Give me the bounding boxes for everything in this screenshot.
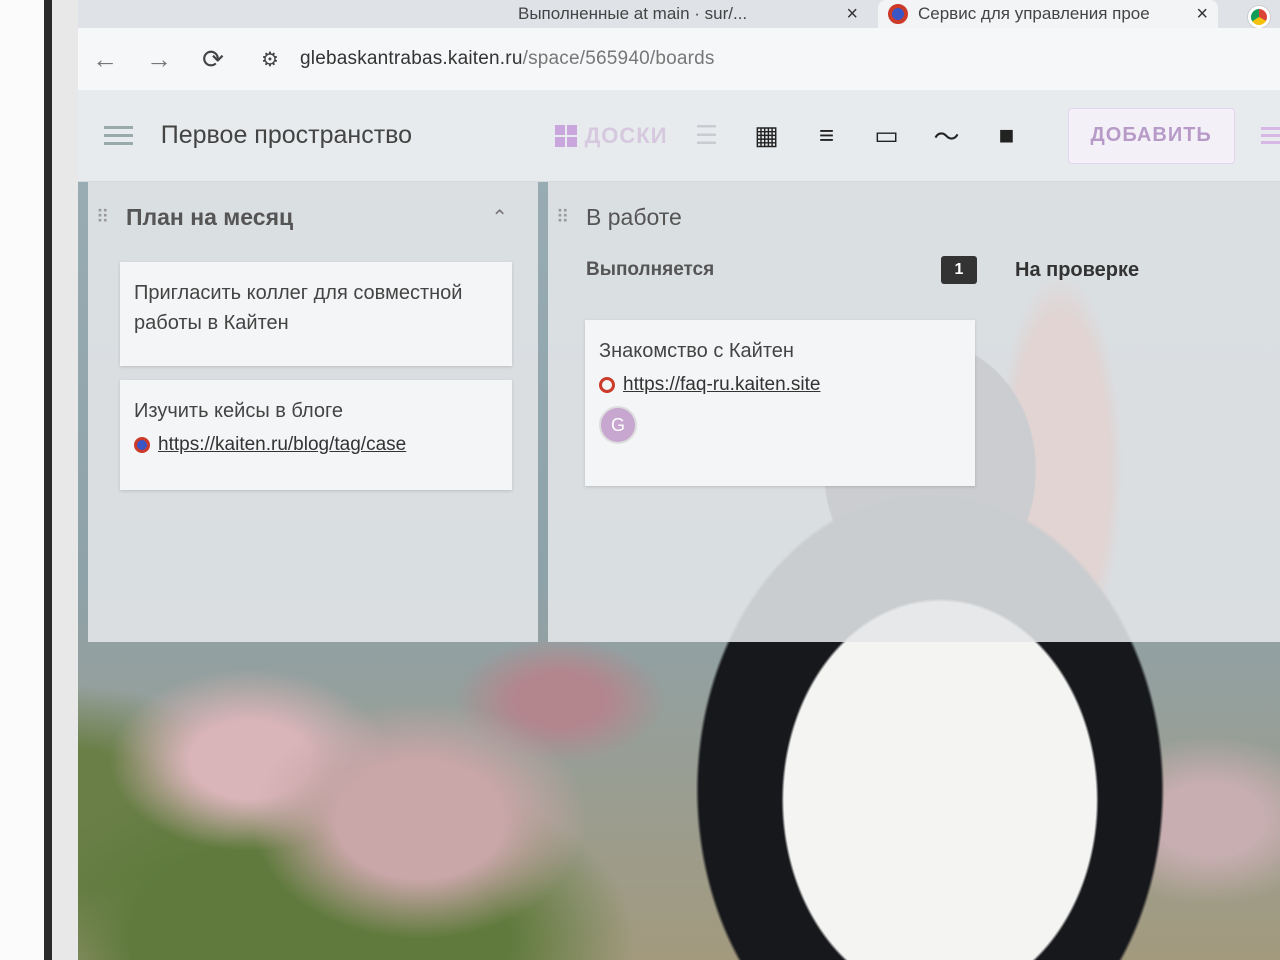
more-menu-icon[interactable] bbox=[1260, 123, 1280, 148]
chrome-profile-icon[interactable] bbox=[1248, 6, 1270, 28]
archive-icon[interactable]: ■ bbox=[986, 115, 1028, 157]
column-title[interactable]: В работе bbox=[586, 204, 1280, 231]
monitor-bezel bbox=[0, 0, 78, 960]
tab-title: Сервис для управления прое bbox=[918, 4, 1150, 23]
link-favicon-icon bbox=[599, 377, 615, 393]
page-title: Первое пространство bbox=[160, 121, 413, 149]
url-field[interactable]: glebaskantrabas.kaiten.ru/space/565940/b… bbox=[300, 48, 715, 70]
table-view-icon[interactable]: ▦ bbox=[746, 115, 788, 157]
card-title: Изучить кейсы в блоге bbox=[134, 400, 343, 422]
browser-tab[interactable]: Выполненные at main · sur/... × bbox=[518, 0, 858, 28]
drag-handle-icon[interactable]: ⠿ bbox=[96, 207, 126, 228]
boards-icon bbox=[554, 124, 577, 147]
card[interactable]: Пригласить коллег для совместной работы … bbox=[120, 262, 512, 366]
card[interactable]: Знакомство с Кайтен https://faq-ru.kaite… bbox=[585, 320, 975, 486]
card-link[interactable]: https://kaiten.ru/blog/tag/case bbox=[158, 434, 406, 456]
link-favicon-icon bbox=[134, 437, 150, 453]
site-info-icon[interactable]: ⚙ bbox=[240, 47, 300, 72]
card-link-row: https://faq-ru.kaiten.site bbox=[599, 374, 961, 396]
subcolumn-header-row: Выполняется 1 На проверке bbox=[548, 252, 1280, 288]
view-switcher: ДОСКИ ☰ ▦ ≡ ▭ 〜 ■ bbox=[554, 115, 1028, 157]
tab-title: Выполненные at main · sur/... bbox=[518, 4, 748, 23]
avatar[interactable]: G bbox=[599, 406, 637, 444]
menu-icon[interactable] bbox=[104, 121, 133, 150]
reload-icon[interactable]: ⟳ bbox=[186, 44, 240, 75]
calendar-view-icon[interactable]: ▭ bbox=[866, 115, 908, 157]
close-icon[interactable]: × bbox=[846, 3, 858, 26]
forward-arrow-icon[interactable]: → bbox=[132, 44, 186, 75]
card-title: Знакомство с Кайтен bbox=[599, 340, 794, 362]
tab-boards[interactable]: ДОСКИ bbox=[554, 122, 668, 149]
chart-view-icon[interactable]: 〜 bbox=[926, 115, 968, 157]
back-arrow-icon[interactable]: ← bbox=[78, 44, 132, 75]
card[interactable]: Изучить кейсы в блоге https://kaiten.ru/… bbox=[120, 380, 512, 490]
add-button[interactable]: ДОБАВИТЬ bbox=[1067, 107, 1235, 164]
tab-boards-label: ДОСКИ bbox=[584, 122, 668, 148]
drag-handle-icon[interactable]: ⠿ bbox=[556, 207, 586, 228]
url-host: glebaskantrabas.kaiten.ru bbox=[300, 48, 523, 69]
space-header: Первое пространство ДОСКИ ☰ ▦ ≡ ▭ 〜 ■ ДО… bbox=[78, 90, 1280, 182]
column-title[interactable]: План на месяц bbox=[126, 204, 491, 231]
close-icon[interactable]: × bbox=[1196, 3, 1208, 26]
browser-tabbar: Выполненные at main · sur/... × Сервис д… bbox=[78, 0, 1280, 28]
card-count-badge: 1 bbox=[941, 256, 977, 284]
collapse-chevron-icon[interactable]: ⌃ bbox=[491, 205, 508, 230]
card-title: Пригласить коллег для совместной работы … bbox=[134, 282, 463, 334]
subcolumn-title[interactable]: На проверке bbox=[1015, 259, 1139, 282]
card-link[interactable]: https://faq-ru.kaiten.site bbox=[623, 374, 821, 396]
list-view-icon[interactable]: ☰ bbox=[686, 115, 728, 157]
subcolumn-title[interactable]: Выполняется bbox=[586, 259, 941, 281]
column-header: ⠿ В работе bbox=[548, 182, 1280, 252]
card-link-row: https://kaiten.ru/blog/tag/case bbox=[134, 434, 498, 456]
kaiten-favicon-icon bbox=[888, 4, 908, 24]
address-bar: ← → ⟳ ⚙ glebaskantrabas.kaiten.ru/space/… bbox=[78, 28, 1280, 90]
browser-tab-active[interactable]: Сервис для управления прое × bbox=[878, 0, 1218, 28]
column-header: ⠿ План на месяц ⌃ bbox=[88, 182, 538, 252]
url-path: /space/565940/boards bbox=[522, 48, 715, 69]
timeline-view-icon[interactable]: ≡ bbox=[806, 115, 848, 157]
